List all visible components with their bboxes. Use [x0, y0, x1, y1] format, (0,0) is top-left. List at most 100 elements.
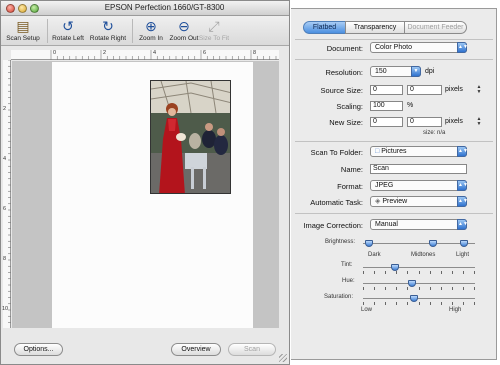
ruler-ticks	[8, 60, 11, 323]
slider-tick	[474, 302, 475, 305]
slider-tick	[452, 287, 453, 290]
title-bar[interactable]: EPSON Perfection 1660/GT-8300	[1, 1, 289, 16]
scan-to-folder-label: Scan To Folder:	[310, 148, 363, 157]
automatic-task-select[interactable]: ◈ Preview ▲▼	[370, 196, 468, 207]
select-arrows-icon: ▲▼	[457, 196, 468, 207]
tint-knob[interactable]	[391, 264, 399, 271]
hue-knob[interactable]	[408, 280, 416, 287]
divider	[295, 39, 493, 40]
preview-canvas[interactable]	[12, 61, 279, 328]
format-select[interactable]: JPEG ▲▼	[370, 180, 468, 191]
overview-button[interactable]: Overview	[171, 343, 221, 356]
image-correction-select[interactable]: Manual ▲▼	[370, 219, 468, 230]
slider-tick	[363, 302, 364, 305]
brightness-dark-knob[interactable]	[365, 240, 373, 247]
tint-slider[interactable]	[363, 264, 475, 274]
window-title: EPSON Perfection 1660/GT-8300	[104, 3, 225, 12]
brightness-label: Brightness:	[325, 239, 356, 245]
slider-tick	[452, 271, 453, 274]
scanner-bed[interactable]	[52, 62, 253, 328]
rotate-right-button[interactable]: ↻ Rotate Right	[86, 17, 130, 45]
document-select[interactable]: Color Photo ▲▼	[370, 42, 468, 53]
slider-tick	[419, 302, 420, 305]
ruler-label: 4	[3, 156, 7, 162]
brightness-slider[interactable]	[363, 240, 475, 247]
new-size-label: New Size:	[329, 118, 363, 127]
slider-tick	[396, 271, 397, 274]
rotate-left-button[interactable]: ↺ Rotate Left	[46, 17, 90, 45]
slider-tick	[374, 271, 375, 274]
scan-button[interactable]: Scan	[228, 343, 276, 356]
slider-tick	[407, 287, 408, 290]
tab-flatbed[interactable]: Flatbed	[303, 21, 346, 34]
file-size-note: size: n/a	[423, 130, 446, 136]
unit-stepper-icon[interactable]: ▲ ▼	[476, 117, 482, 127]
new-width-field[interactable]: 0	[370, 117, 403, 127]
brightness-light-knob[interactable]	[460, 240, 468, 247]
options-button[interactable]: Options...	[14, 343, 63, 356]
source-width-field[interactable]: 0	[370, 85, 403, 95]
scaling-field[interactable]: 100	[370, 101, 403, 111]
minimize-window-button[interactable]	[18, 4, 27, 13]
tab-bar: Flatbed Transparency Document Feeder	[303, 21, 468, 34]
image-correction-label: Image Correction:	[303, 221, 363, 230]
scan-to-folder-select[interactable]: □ Pictures ▲▼	[370, 146, 468, 157]
vertical-ruler: 2 4 6 8 10	[2, 60, 11, 328]
automatic-task-label: Automatic Task:	[310, 198, 363, 207]
ruler-label: 8	[253, 50, 257, 56]
slider-tick	[363, 271, 364, 274]
slider-tick	[463, 302, 464, 305]
slider-tick	[385, 287, 386, 290]
select-arrows-icon: ▲▼	[457, 146, 468, 157]
tab-document-feeder[interactable]: Document Feeder	[404, 21, 467, 34]
name-field[interactable]: Scan	[370, 164, 467, 174]
slider-tick	[463, 271, 464, 274]
slider-tick	[419, 287, 420, 290]
size-to-fit-button[interactable]: ⤢ Size To Fit	[192, 17, 236, 45]
slider-tick	[385, 302, 386, 305]
scanner-drawer-icon: ▤	[16, 18, 30, 34]
format-label: Format:	[337, 182, 363, 191]
slider-tick	[407, 271, 408, 274]
saturation-high-label: High	[449, 307, 462, 313]
toolbar: ▤ Scan Setup ↺ Rotate Left ↻ Rotate Righ…	[1, 16, 289, 46]
slider-tick	[374, 302, 375, 305]
document-value: Color Photo	[375, 44, 412, 51]
format-value: JPEG	[375, 182, 394, 189]
new-size-unit: pixels	[445, 118, 463, 125]
slider-tick	[474, 287, 475, 290]
new-height-field[interactable]: 0	[407, 117, 442, 127]
rotate-right-icon: ↻	[102, 18, 114, 34]
scan-setup-label: Scan Setup	[6, 35, 40, 42]
resize-grip[interactable]	[279, 354, 287, 362]
saturation-knob[interactable]	[410, 295, 418, 302]
divider	[295, 141, 493, 142]
slider-tick	[407, 302, 408, 305]
size-to-fit-label: Size To Fit	[198, 35, 230, 42]
rotate-left-label: Rotate Left	[52, 35, 84, 42]
zoom-window-button[interactable]	[30, 4, 39, 13]
ruler-label: 0	[53, 50, 57, 56]
unit-stepper-icon[interactable]: ▲ ▼	[476, 85, 482, 95]
saturation-slider[interactable]	[363, 295, 475, 305]
slider-tick	[385, 271, 386, 274]
scan-to-folder-value: Pictures	[381, 148, 407, 155]
divider	[295, 213, 493, 214]
slider-tick	[396, 287, 397, 290]
scan-setup-button[interactable]: ▤ Scan Setup	[1, 17, 45, 45]
slider-tick	[430, 302, 431, 305]
close-window-button[interactable]	[6, 4, 15, 13]
document-label: Document:	[326, 44, 363, 53]
brightness-midtones-knob[interactable]	[429, 240, 437, 247]
hue-slider[interactable]	[363, 280, 475, 290]
source-height-field[interactable]: 0	[407, 85, 442, 95]
preview-photo[interactable]	[150, 80, 231, 194]
tab-transparency[interactable]: Transparency	[345, 21, 405, 34]
preview-app-icon: ◈	[375, 198, 381, 205]
hue-label: Hue:	[342, 278, 355, 284]
dark-label: Dark	[368, 252, 381, 258]
scan-settings-drawer: Flatbed Transparency Document Feeder Doc…	[291, 8, 497, 360]
scanner-preview-window: EPSON Perfection 1660/GT-8300 ▤ Scan Set…	[0, 0, 290, 365]
resolution-combo[interactable]: 150 ▼	[370, 66, 421, 77]
rotate-right-label: Rotate Right	[89, 35, 127, 42]
